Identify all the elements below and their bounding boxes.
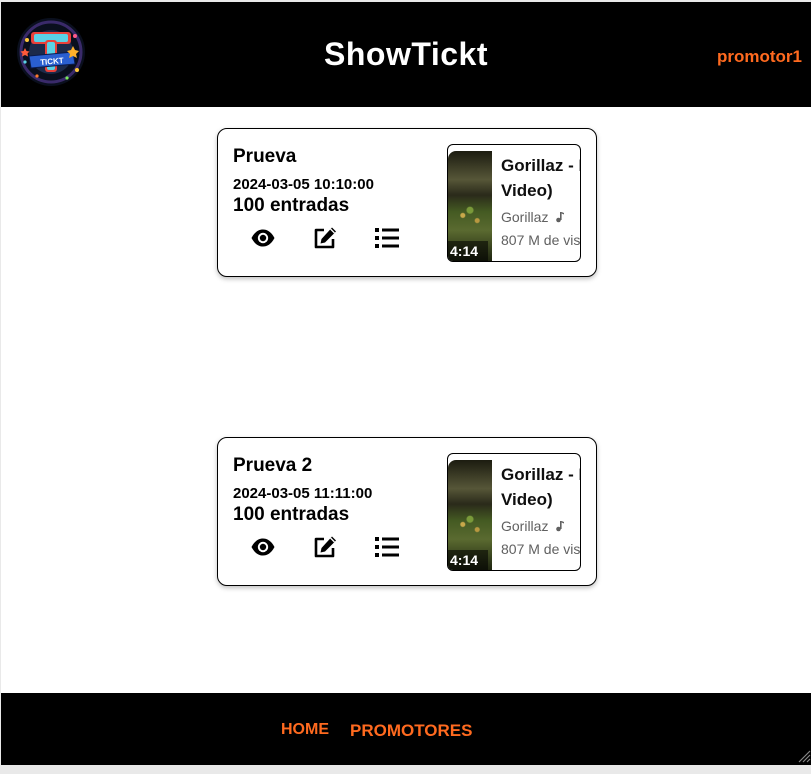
app-frame: TICKT ShowTickt promotor1 Prueva 2024-03…	[1, 2, 811, 765]
video-title[interactable]: Gorillaz - F Video)	[501, 153, 580, 203]
edit-icon	[314, 536, 336, 558]
video-views: 807 M de vis	[501, 541, 581, 557]
edit-icon	[314, 227, 336, 249]
video-duration: 4:14	[448, 241, 488, 261]
video-embed[interactable]: 4:14 Gorillaz - F Video) Gorillaz 807 M d…	[447, 453, 581, 571]
event-ticket-count: 100 entradas	[233, 504, 350, 525]
event-name: Prueva	[233, 146, 297, 167]
user-menu-link[interactable]: promotor1	[717, 47, 802, 67]
music-note-icon	[554, 519, 565, 535]
video-duration: 4:14	[448, 550, 488, 570]
event-list-button[interactable]	[374, 534, 400, 560]
event-datetime: 2024-03-05 11:11:00	[233, 485, 373, 502]
event-list-button[interactable]	[374, 225, 400, 251]
list-icon	[375, 537, 399, 557]
top-header: TICKT ShowTickt promotor1	[1, 2, 811, 107]
video-views: 807 M de vis	[501, 232, 581, 248]
video-title[interactable]: Gorillaz - F Video)	[501, 462, 580, 512]
event-actions	[250, 225, 410, 251]
nav-promotores-link[interactable]: PROMOTORES	[350, 721, 472, 741]
edit-event-button[interactable]	[312, 534, 338, 560]
event-card: Prueva 2024-03-05 10:10:00 100 entradas	[217, 128, 597, 277]
eye-icon	[251, 229, 275, 247]
video-channel[interactable]: Gorillaz	[501, 518, 565, 535]
resize-grip-icon[interactable]	[795, 747, 811, 763]
video-thumbnail[interactable]: 4:14	[448, 460, 492, 570]
view-event-button[interactable]	[250, 225, 276, 251]
bottom-nav: HOME PROMOTORES	[1, 693, 811, 765]
event-actions	[250, 534, 410, 560]
video-channel[interactable]: Gorillaz	[501, 209, 565, 226]
app-title: ShowTickt	[324, 36, 488, 72]
nav-home-link[interactable]: HOME	[281, 721, 329, 739]
event-name: Prueva 2	[233, 455, 313, 476]
edit-event-button[interactable]	[312, 225, 338, 251]
event-card: Prueva 2 2024-03-05 11:11:00 100 entrada…	[217, 437, 597, 586]
video-embed[interactable]: 4:14 Gorillaz - F Video) Gorillaz 807 M d…	[447, 144, 581, 262]
list-icon	[375, 228, 399, 248]
event-ticket-count: 100 entradas	[233, 195, 350, 216]
event-datetime: 2024-03-05 10:10:00	[233, 176, 374, 193]
view-event-button[interactable]	[250, 534, 276, 560]
video-thumbnail[interactable]: 4:14	[448, 151, 492, 261]
eye-icon	[251, 538, 275, 556]
music-note-icon	[554, 210, 565, 226]
